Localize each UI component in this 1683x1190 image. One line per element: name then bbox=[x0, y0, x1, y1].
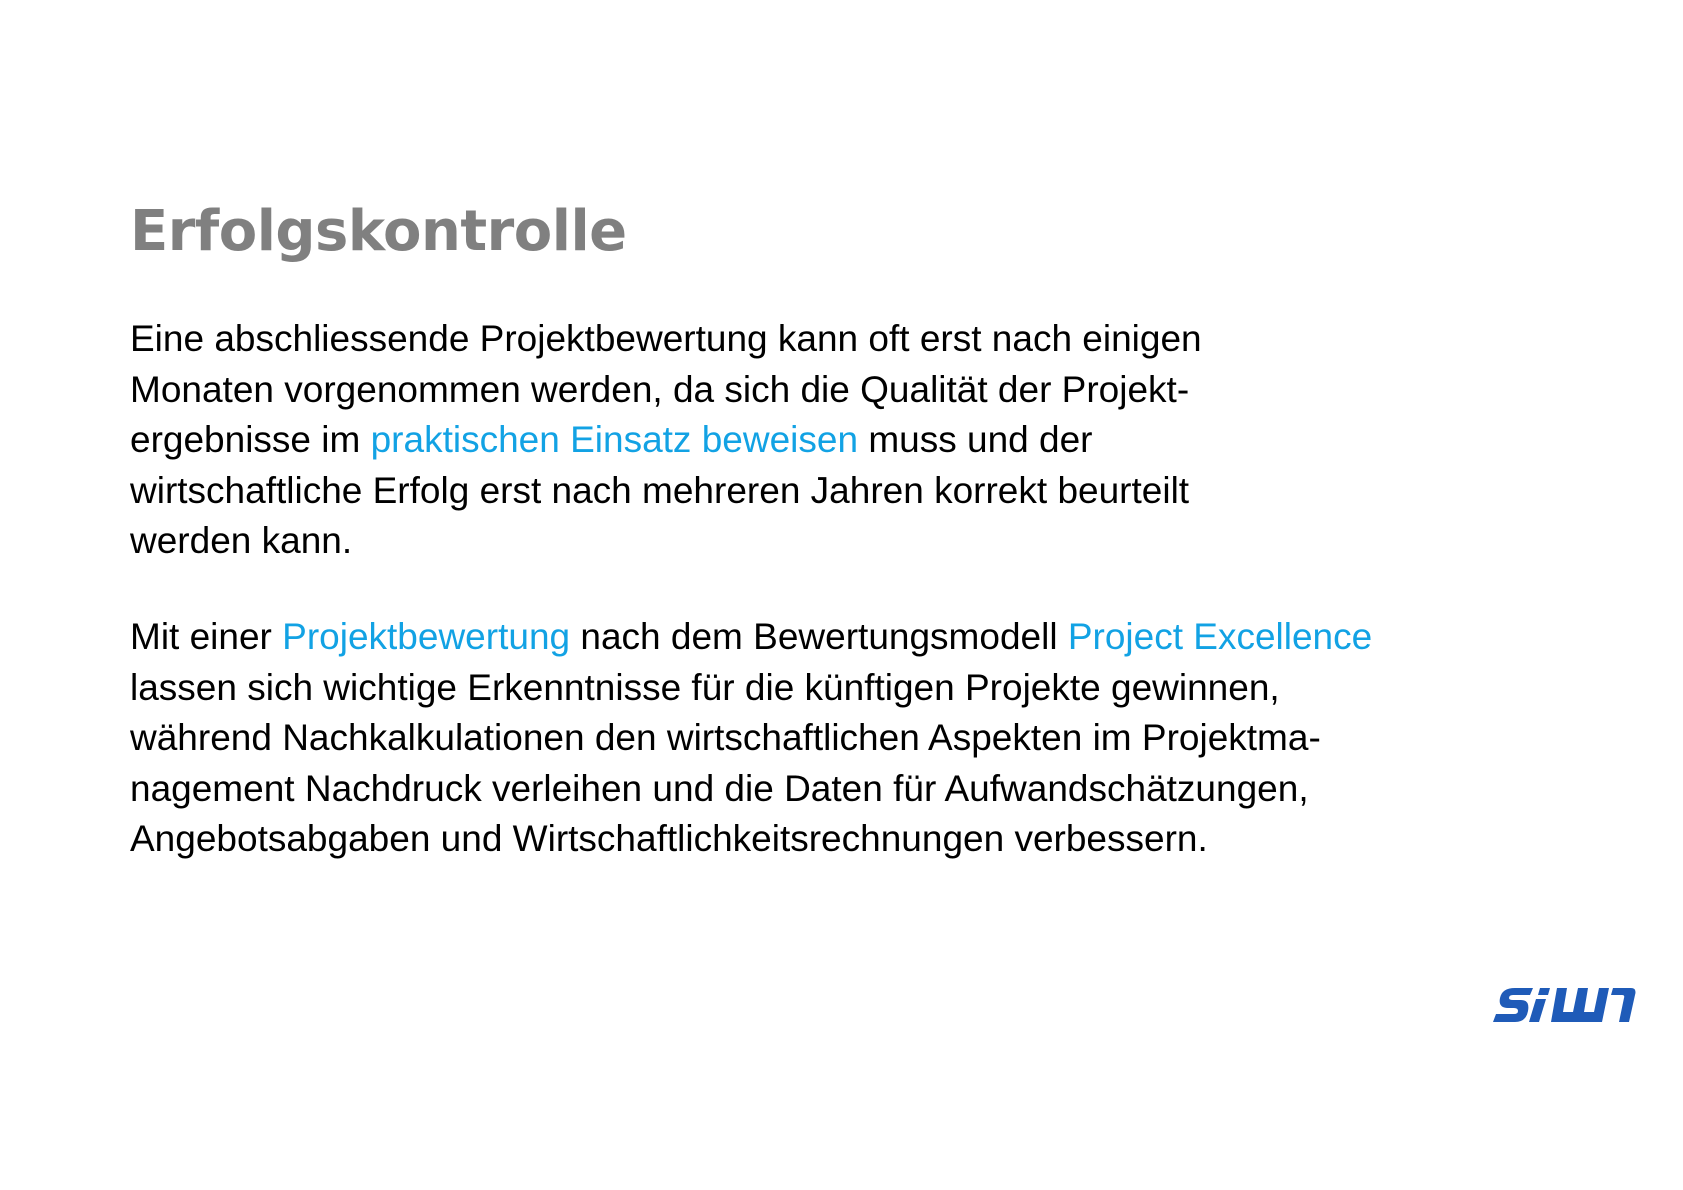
paragraph-2-line-1-middle: nach dem Bewertungsmodell bbox=[570, 616, 1068, 657]
paragraph-1-line-1: Eine abschliessende Projektbewertung kan… bbox=[130, 318, 1202, 359]
paragraph-2-line-5: Angebotsabgaben und Wirtschaftlichkeitsr… bbox=[130, 818, 1208, 859]
paragraph-1-line-3: ergebnisse im praktischen Einsatz beweis… bbox=[130, 415, 1202, 466]
paragraph-1: Eine abschliessende Projektbewertung kan… bbox=[130, 314, 1202, 567]
paragraph-1-line-2: Monaten vorgenommen werden, da sich die … bbox=[130, 368, 1190, 410]
paragraph-2-line-3: während Nachkalkulationen den wirtschaft… bbox=[130, 717, 1321, 758]
paragraph-1-line-5: werden kann. bbox=[130, 520, 353, 561]
paragraph-2-line-1-start: Mit einer bbox=[130, 616, 283, 657]
paragraph-2-line-2: lassen sich wichtige Erkenntnisse für di… bbox=[130, 666, 1280, 708]
highlight-projektbewertung: Projektbewertung bbox=[282, 616, 571, 657]
slide: Erfolgskontrolle Eine abschliessende Pro… bbox=[0, 0, 1683, 1190]
paragraph-2-line-1: Mit einer Projektbewertung nach dem Bewe… bbox=[130, 612, 1372, 663]
slide-title: Erfolgskontrolle bbox=[130, 199, 627, 264]
paragraph-2: Mit einer Projektbewertung nach dem Bewe… bbox=[130, 612, 1372, 865]
paragraph-2-line-4: nagement Nachdruck verleihen und die Dat… bbox=[130, 767, 1309, 809]
highlight-project-excellence: Project Excellence bbox=[1067, 616, 1373, 657]
paragraph-1-line-3-start: ergebnisse im bbox=[130, 419, 371, 460]
paragraph-1-line-4: wirtschaftliche Erfolg erst nach mehrere… bbox=[130, 469, 1190, 511]
highlight-praktischen-einsatz: praktischen Einsatz beweisen bbox=[370, 419, 859, 460]
paragraph-1-line-3-end: muss und der bbox=[858, 419, 1093, 460]
siw-logo bbox=[1493, 988, 1636, 1022]
